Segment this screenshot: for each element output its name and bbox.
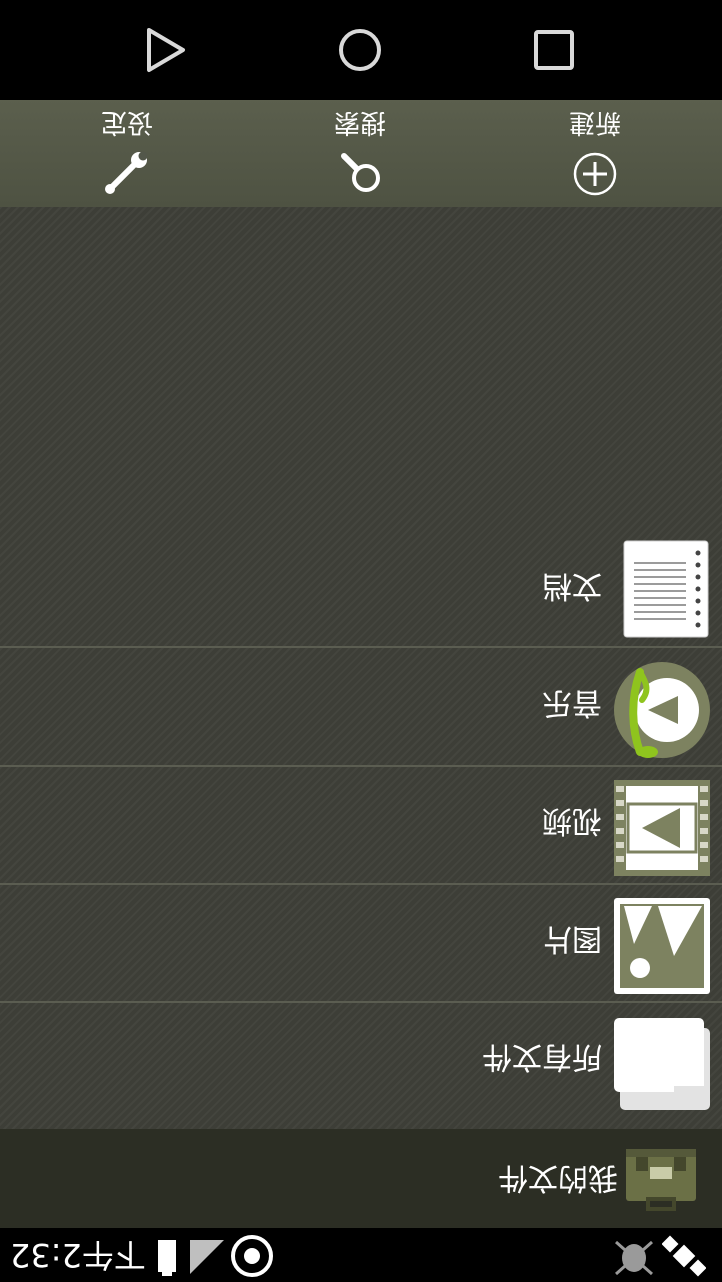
video-icon (612, 778, 712, 878)
status-bar: 下午2:32 (0, 1228, 722, 1282)
new-label: 新建 (569, 107, 622, 137)
music-icon (612, 660, 712, 760)
add-circle-icon (573, 152, 617, 196)
my-files-header: 我的文件 (0, 1129, 722, 1228)
category-music[interactable]: 音乐 (0, 648, 722, 767)
recents-button[interactable] (529, 25, 579, 75)
settings-button[interactable]: 设定 (57, 100, 197, 207)
signal-icon (188, 1234, 232, 1278)
content-area: 文档 音乐 视频 图片 所有文件 (0, 207, 722, 1129)
new-button[interactable]: 新建 (525, 100, 665, 207)
square-recents-icon (534, 30, 574, 70)
category-video[interactable]: 视频 (0, 766, 722, 885)
home-button[interactable] (335, 25, 385, 75)
circle-home-icon (339, 29, 381, 71)
search-icon (341, 153, 380, 192)
category-label: 音乐 (542, 685, 602, 720)
action-toolbar: 设定 搜索 新建 (0, 100, 722, 208)
category-label: 文档 (542, 568, 602, 603)
screen: 设定 搜索 新建 文档 音乐 视频 图片 所有文件 我的文件 下午2:32 (0, 0, 722, 1282)
category-label: 所有文件 (482, 1039, 602, 1074)
navigation-bar (0, 0, 722, 100)
category-label: 视频 (542, 803, 602, 838)
image-icon (612, 896, 712, 996)
settings-label: 设定 (101, 107, 154, 137)
debug-icon (612, 1234, 656, 1278)
page-title: 我的文件 (498, 1160, 618, 1195)
category-images[interactable]: 图片 (0, 884, 722, 1003)
clock: 下午2:32 (10, 1236, 146, 1274)
category-label: 图片 (542, 921, 602, 956)
search-label: 搜索 (334, 107, 387, 137)
briefcase-icon (626, 1149, 696, 1211)
sync-icon (230, 1234, 274, 1278)
triangle-back-icon (147, 28, 185, 72)
wrench-icon (105, 151, 148, 194)
back-button[interactable] (140, 25, 190, 75)
satellite-icon (662, 1234, 706, 1278)
document-icon (612, 539, 712, 639)
category-documents[interactable]: 文档 (0, 531, 722, 648)
search-button[interactable]: 搜索 (290, 100, 430, 207)
folder-icon (612, 1014, 712, 1114)
category-all-files[interactable]: 所有文件 (0, 1002, 722, 1119)
